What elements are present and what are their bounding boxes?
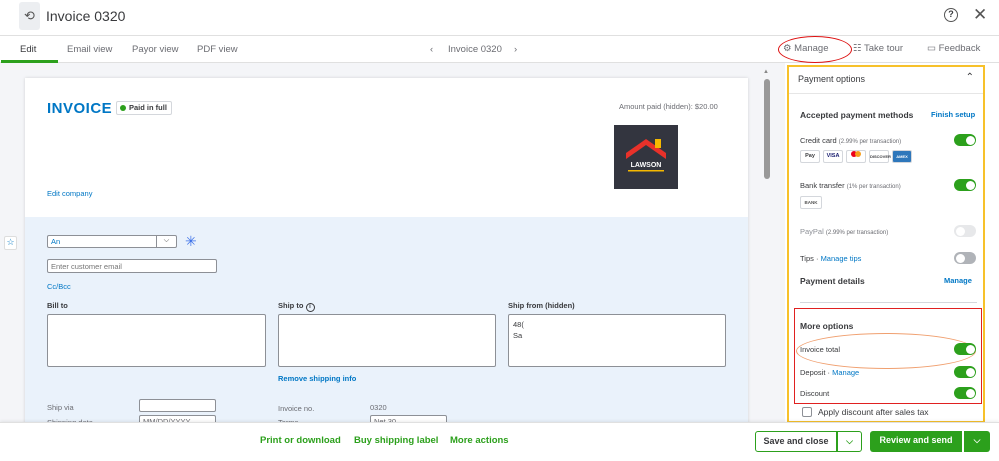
mastercard-icon xyxy=(846,150,866,163)
history-icon[interactable]: ⟲ xyxy=(19,2,40,30)
tips-toggle[interactable] xyxy=(954,252,976,264)
bank-badge: BANK xyxy=(800,196,822,209)
manage-tips-link[interactable]: Manage tips xyxy=(821,254,862,263)
apply-discount-checkbox[interactable] xyxy=(802,407,812,417)
accepted-methods-heading: Accepted payment methods xyxy=(800,110,914,120)
customer-section: An ⌵ ✳ Cc/Bcc Bill to Ship to i Remove sh… xyxy=(25,217,748,438)
invoice-no-label: Invoice no. xyxy=(278,404,315,413)
divider xyxy=(800,302,977,303)
payment-details-manage-link[interactable]: Manage xyxy=(944,276,972,285)
deposit-toggle[interactable] xyxy=(954,366,976,378)
feedback-button[interactable]: ▭ Feedback xyxy=(927,43,980,54)
invoice-nav-label: Invoice 0320 xyxy=(448,44,502,55)
send-options-chevron-icon[interactable]: ⌵ xyxy=(964,431,990,452)
amex-icon: AMEX xyxy=(892,150,912,163)
tips-label: Tips · Manage tips xyxy=(800,254,862,263)
chevron-up-icon[interactable]: ⌃ xyxy=(966,72,974,83)
signpost-icon: ☷ xyxy=(853,43,862,54)
star-icon[interactable]: ☆ xyxy=(4,236,17,250)
paypal-toggle[interactable] xyxy=(954,225,976,237)
apple-pay-icon: Pay xyxy=(800,150,820,163)
discount-toggle[interactable] xyxy=(954,387,976,399)
chevron-down-icon[interactable]: ⌵ xyxy=(156,235,176,247)
info-icon[interactable]: i xyxy=(305,303,315,312)
status-badge: Paid in full xyxy=(116,101,172,115)
customer-value: An xyxy=(51,237,61,246)
customer-select[interactable]: An ⌵ xyxy=(47,235,177,248)
bank-transfer-toggle[interactable] xyxy=(954,179,976,191)
invoice-card: INVOICE Paid in full Amount paid (hidden… xyxy=(25,78,748,438)
credit-card-toggle[interactable] xyxy=(954,134,976,146)
payment-options-panel: Payment options ⌃ Accepted payment method… xyxy=(787,65,985,423)
save-options-chevron-icon[interactable]: ⌵ xyxy=(837,431,862,452)
scrollbar[interactable]: ▲ xyxy=(762,65,772,420)
ship-from-input[interactable]: 48( Sa xyxy=(508,314,726,367)
card-brand-icons: Pay VISA DISCOVER AMEX xyxy=(800,150,912,164)
company-logo[interactable]: LAWSON xyxy=(614,125,678,189)
panel-header[interactable]: Payment options ⌃ xyxy=(789,67,983,94)
review-and-send-button[interactable]: Review and send xyxy=(870,431,962,452)
invoice-total-label: Invoice total xyxy=(800,345,841,354)
deposit-manage-link[interactable]: Manage xyxy=(832,368,859,377)
discover-icon: DISCOVER xyxy=(869,150,891,163)
invoice-editor: ☆ INVOICE Paid in full Amount paid (hidd… xyxy=(0,63,785,438)
buy-shipping-label-link[interactable]: Buy shipping label xyxy=(354,435,438,446)
next-invoice-button[interactable]: › xyxy=(514,44,517,55)
payment-details-heading: Payment details xyxy=(800,276,865,286)
remove-shipping-link[interactable]: Remove shipping info xyxy=(278,374,356,383)
apply-discount-label: Apply discount after sales tax xyxy=(818,407,929,417)
prev-invoice-button[interactable]: ‹ xyxy=(430,44,433,55)
deposit-label: Deposit · Manage xyxy=(800,368,860,377)
more-options-heading: More options xyxy=(800,321,854,331)
header: ⟲ Invoice 0320 ? ✕ xyxy=(0,0,999,36)
tab-payor-view[interactable]: Payor view xyxy=(132,44,178,55)
panel-title: Payment options xyxy=(798,74,866,84)
take-tour-button[interactable]: ☷ Take tour xyxy=(853,43,903,54)
ship-via-label: Ship via xyxy=(47,403,74,412)
svg-text:LAWSON: LAWSON xyxy=(631,162,662,169)
chat-icon: ▭ xyxy=(927,43,936,54)
ship-via-input[interactable] xyxy=(139,399,216,412)
tab-email-view[interactable]: Email view xyxy=(67,44,112,55)
ship-from-label: Ship from (hidden) xyxy=(508,301,575,310)
invoice-total-toggle[interactable] xyxy=(954,343,976,355)
more-actions-link[interactable]: More actions xyxy=(450,435,509,446)
ship-to-label: Ship to i xyxy=(278,301,315,312)
ship-to-input[interactable] xyxy=(278,314,496,367)
bill-to-label: Bill to xyxy=(47,301,68,310)
visa-icon: VISA xyxy=(823,150,843,163)
bank-transfer-label: Bank transfer (1% per transaction) xyxy=(800,181,901,190)
credit-card-label: Credit card (2.99% per transaction) xyxy=(800,136,902,145)
ship-from-line: Sa xyxy=(513,331,523,340)
save-and-close-button[interactable]: Save and close xyxy=(755,431,837,452)
bill-to-input[interactable] xyxy=(47,314,266,367)
print-download-link[interactable]: Print or download xyxy=(260,435,341,446)
close-icon[interactable]: ✕ xyxy=(973,5,987,25)
feedback-label: Feedback xyxy=(938,43,981,54)
cc-bcc-link[interactable]: Cc/Bcc xyxy=(47,282,71,291)
invoice-heading: INVOICE xyxy=(47,100,113,117)
finish-setup-link[interactable]: Finish setup xyxy=(931,110,975,119)
edit-company-link[interactable]: Edit company xyxy=(47,189,92,198)
tab-edit[interactable]: Edit xyxy=(20,44,36,55)
tab-pdf-view[interactable]: PDF view xyxy=(197,44,238,55)
footer-bar: Print or download Buy shipping label Mor… xyxy=(0,422,999,461)
amount-paid: Amount paid (hidden): $20.00 xyxy=(619,102,718,111)
discount-label: Discount xyxy=(800,389,830,398)
ship-from-line: 48( xyxy=(513,320,524,329)
help-icon[interactable]: ? xyxy=(944,8,958,22)
invoice-no-value: 0320 xyxy=(370,403,387,412)
scrollbar-thumb[interactable] xyxy=(764,79,770,179)
take-tour-label: Take tour xyxy=(864,43,904,54)
manage-highlight-annotation xyxy=(778,36,852,63)
ai-sparkle-icon[interactable]: ✳ xyxy=(185,233,197,250)
paypal-label: PayPal (2.99% per transaction) xyxy=(800,227,889,236)
page-title: Invoice 0320 xyxy=(46,8,126,24)
customer-email-input[interactable] xyxy=(47,259,217,273)
